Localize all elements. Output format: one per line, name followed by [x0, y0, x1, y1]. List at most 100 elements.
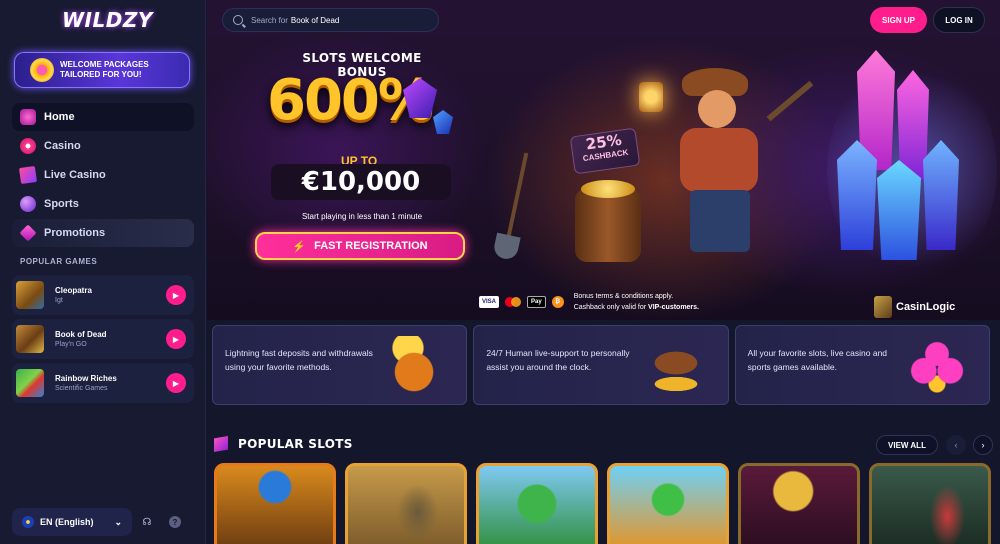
- main-nav: Home Casino Live Casino Sports Promotion…: [12, 103, 194, 248]
- nav-item-label: Casino: [44, 140, 81, 152]
- feature-card-support: 24/7 Human live-support to personally as…: [473, 325, 729, 405]
- game-name: Cleopatra: [55, 286, 92, 295]
- play-button[interactable]: ▶: [166, 285, 186, 305]
- casino-chip-icon: [20, 138, 36, 154]
- log-in-button[interactable]: LOG IN: [933, 7, 985, 33]
- terms-line-1: Bonus terms & conditions apply.: [573, 293, 674, 300]
- hero-banner[interactable]: 25% CASHBACK SLOTS WELCOME BONUS 600% UP…: [207, 0, 1000, 320]
- play-icon: ▶: [172, 334, 180, 344]
- popular-game-cleopatra[interactable]: Cleopatra Igt ▶: [12, 275, 194, 315]
- feature-text: All your favorite slots, live casino and…: [747, 348, 888, 372]
- hero-subtitle: Start playing in less than 1 minute: [301, 212, 423, 221]
- feature-text: 24/7 Human live-support to personally as…: [486, 348, 630, 372]
- help-button[interactable]: ?: [162, 508, 188, 536]
- feature-card-deposits: Lightning fast deposits and withdrawals …: [212, 325, 468, 405]
- casinlogic-watermark: CasinLogic: [874, 296, 955, 318]
- sidebar-footer: EN (English) ⌄ ☊ ?: [12, 508, 194, 536]
- game-name: Book of Dead: [55, 330, 107, 339]
- sports-ball-icon: [20, 196, 36, 212]
- nav-item-live-casino[interactable]: Live Casino: [12, 161, 194, 189]
- apple-pay-icon: Pay: [527, 296, 546, 308]
- slot-card-leprechaun[interactable]: [476, 463, 598, 544]
- bonus-terms: Bonus terms & conditions apply. Cashback…: [574, 291, 699, 313]
- search-icon: [233, 15, 243, 25]
- search-suggestion: Book of Dead: [290, 15, 340, 25]
- gold-barrel-illustration: [575, 180, 641, 262]
- nav-item-label: Live Casino: [44, 169, 106, 181]
- live-casino-icon: [18, 165, 38, 185]
- gift-coin-icon: [30, 58, 54, 82]
- game-provider: Igt: [55, 297, 63, 304]
- lightning-icon: ⚡: [292, 240, 307, 253]
- popular-slots-header: POPULAR SLOTS: [214, 436, 353, 452]
- game-thumbnail: [16, 369, 44, 397]
- popular-game-rainbow-riches[interactable]: Rainbow Riches Scientific Games ▶: [12, 363, 194, 403]
- bitcoin-icon: ₿: [551, 296, 564, 308]
- search-input[interactable]: Search for Book of Dead: [222, 8, 439, 32]
- question-mark-icon: ?: [169, 516, 181, 528]
- shovel-illustration: [505, 152, 529, 242]
- promotions-gem-icon: [19, 224, 37, 242]
- fast-registration-label: FAST REGISTRATION: [314, 240, 428, 252]
- fast-registration-button[interactable]: ⚡ FAST REGISTRATION: [255, 232, 465, 260]
- language-label: EN (English): [40, 517, 94, 527]
- feature-card-games: All your favorite slots, live casino and…: [734, 325, 990, 405]
- slot-card-gold-coins[interactable]: [738, 463, 860, 544]
- carousel-next-button[interactable]: ›: [973, 435, 993, 455]
- chevron-right-icon: ›: [981, 440, 985, 450]
- welcome-packages-text: WELCOME PACKAGES TAILORED FOR YOU!: [60, 60, 149, 79]
- money-bag-icon: [384, 336, 445, 396]
- game-provider: Play'n GO: [55, 341, 87, 348]
- slot-card-book-of-dead[interactable]: [345, 463, 467, 544]
- game-name: Rainbow Riches: [55, 374, 117, 383]
- popular-game-book-of-dead[interactable]: Book of Dead Play'n GO ▶: [12, 319, 194, 359]
- mastercard-icon: [505, 296, 522, 308]
- game-provider: Scientific Games: [55, 385, 108, 392]
- wildzy-logo[interactable]: WILDZY: [62, 8, 153, 32]
- nav-item-sports[interactable]: Sports: [12, 190, 194, 218]
- crystals-illustration: [837, 40, 987, 270]
- sidebar: WILDZY WELCOME PACKAGES TAILORED FOR YOU…: [0, 0, 206, 544]
- slot-card-eye-of-horus[interactable]: [214, 463, 336, 544]
- terms-line-2: Cashback only valid for VIP-customers.: [573, 304, 699, 311]
- nav-item-label: Home: [44, 111, 75, 123]
- casinlogic-logo: [874, 296, 892, 318]
- miner-hat-icon: [645, 336, 706, 396]
- nav-item-casino[interactable]: Casino: [12, 132, 194, 160]
- sign-up-button[interactable]: SIGN UP: [870, 7, 927, 33]
- features-row: Lightning fast deposits and withdrawals …: [212, 325, 996, 405]
- popular-slots-row: [214, 463, 1000, 544]
- play-icon: ▶: [172, 290, 180, 300]
- popular-slots-title: POPULAR SLOTS: [238, 437, 353, 451]
- game-thumbnail: [16, 281, 44, 309]
- search-placeholder: Search for: [251, 15, 288, 25]
- carousel-prev-button[interactable]: ‹: [946, 435, 966, 455]
- miner-illustration: [670, 68, 780, 268]
- nav-item-promotions[interactable]: Promotions: [12, 219, 194, 247]
- payment-methods: VISA Pay ₿ Bonus terms & conditions appl…: [479, 291, 699, 313]
- feature-text: Lightning fast deposits and withdrawals …: [225, 348, 373, 372]
- chevron-left-icon: ‹: [954, 440, 958, 450]
- club-suit-icon: [906, 336, 967, 396]
- cashback-sign: 25% CASHBACK: [569, 127, 641, 175]
- headset-icon: ☊: [142, 516, 152, 528]
- language-selector[interactable]: EN (English) ⌄: [12, 508, 132, 536]
- slots-gem-icon: [214, 436, 228, 452]
- play-icon: ▶: [172, 378, 180, 388]
- slot-card-jungle-queen[interactable]: [869, 463, 991, 544]
- play-button[interactable]: ▶: [166, 329, 186, 349]
- nav-item-home[interactable]: Home: [12, 103, 194, 131]
- chevron-down-icon: ⌄: [114, 516, 122, 527]
- nav-item-label: Promotions: [44, 227, 106, 239]
- game-thumbnail: [16, 325, 44, 353]
- visa-icon: VISA: [479, 296, 500, 308]
- popular-games-heading: POPULAR GAMES: [20, 257, 98, 266]
- lantern-illustration: [639, 82, 663, 112]
- popular-games-list: Cleopatra Igt ▶ Book of Dead Play'n GO ▶…: [12, 275, 194, 407]
- play-button[interactable]: ▶: [166, 373, 186, 393]
- nav-item-label: Sports: [44, 198, 79, 210]
- view-all-button[interactable]: VIEW ALL: [876, 435, 938, 455]
- support-headset-button[interactable]: ☊: [134, 508, 160, 536]
- welcome-packages-banner[interactable]: WELCOME PACKAGES TAILORED FOR YOU!: [14, 52, 190, 88]
- slot-card-rainbow-riches[interactable]: [607, 463, 729, 544]
